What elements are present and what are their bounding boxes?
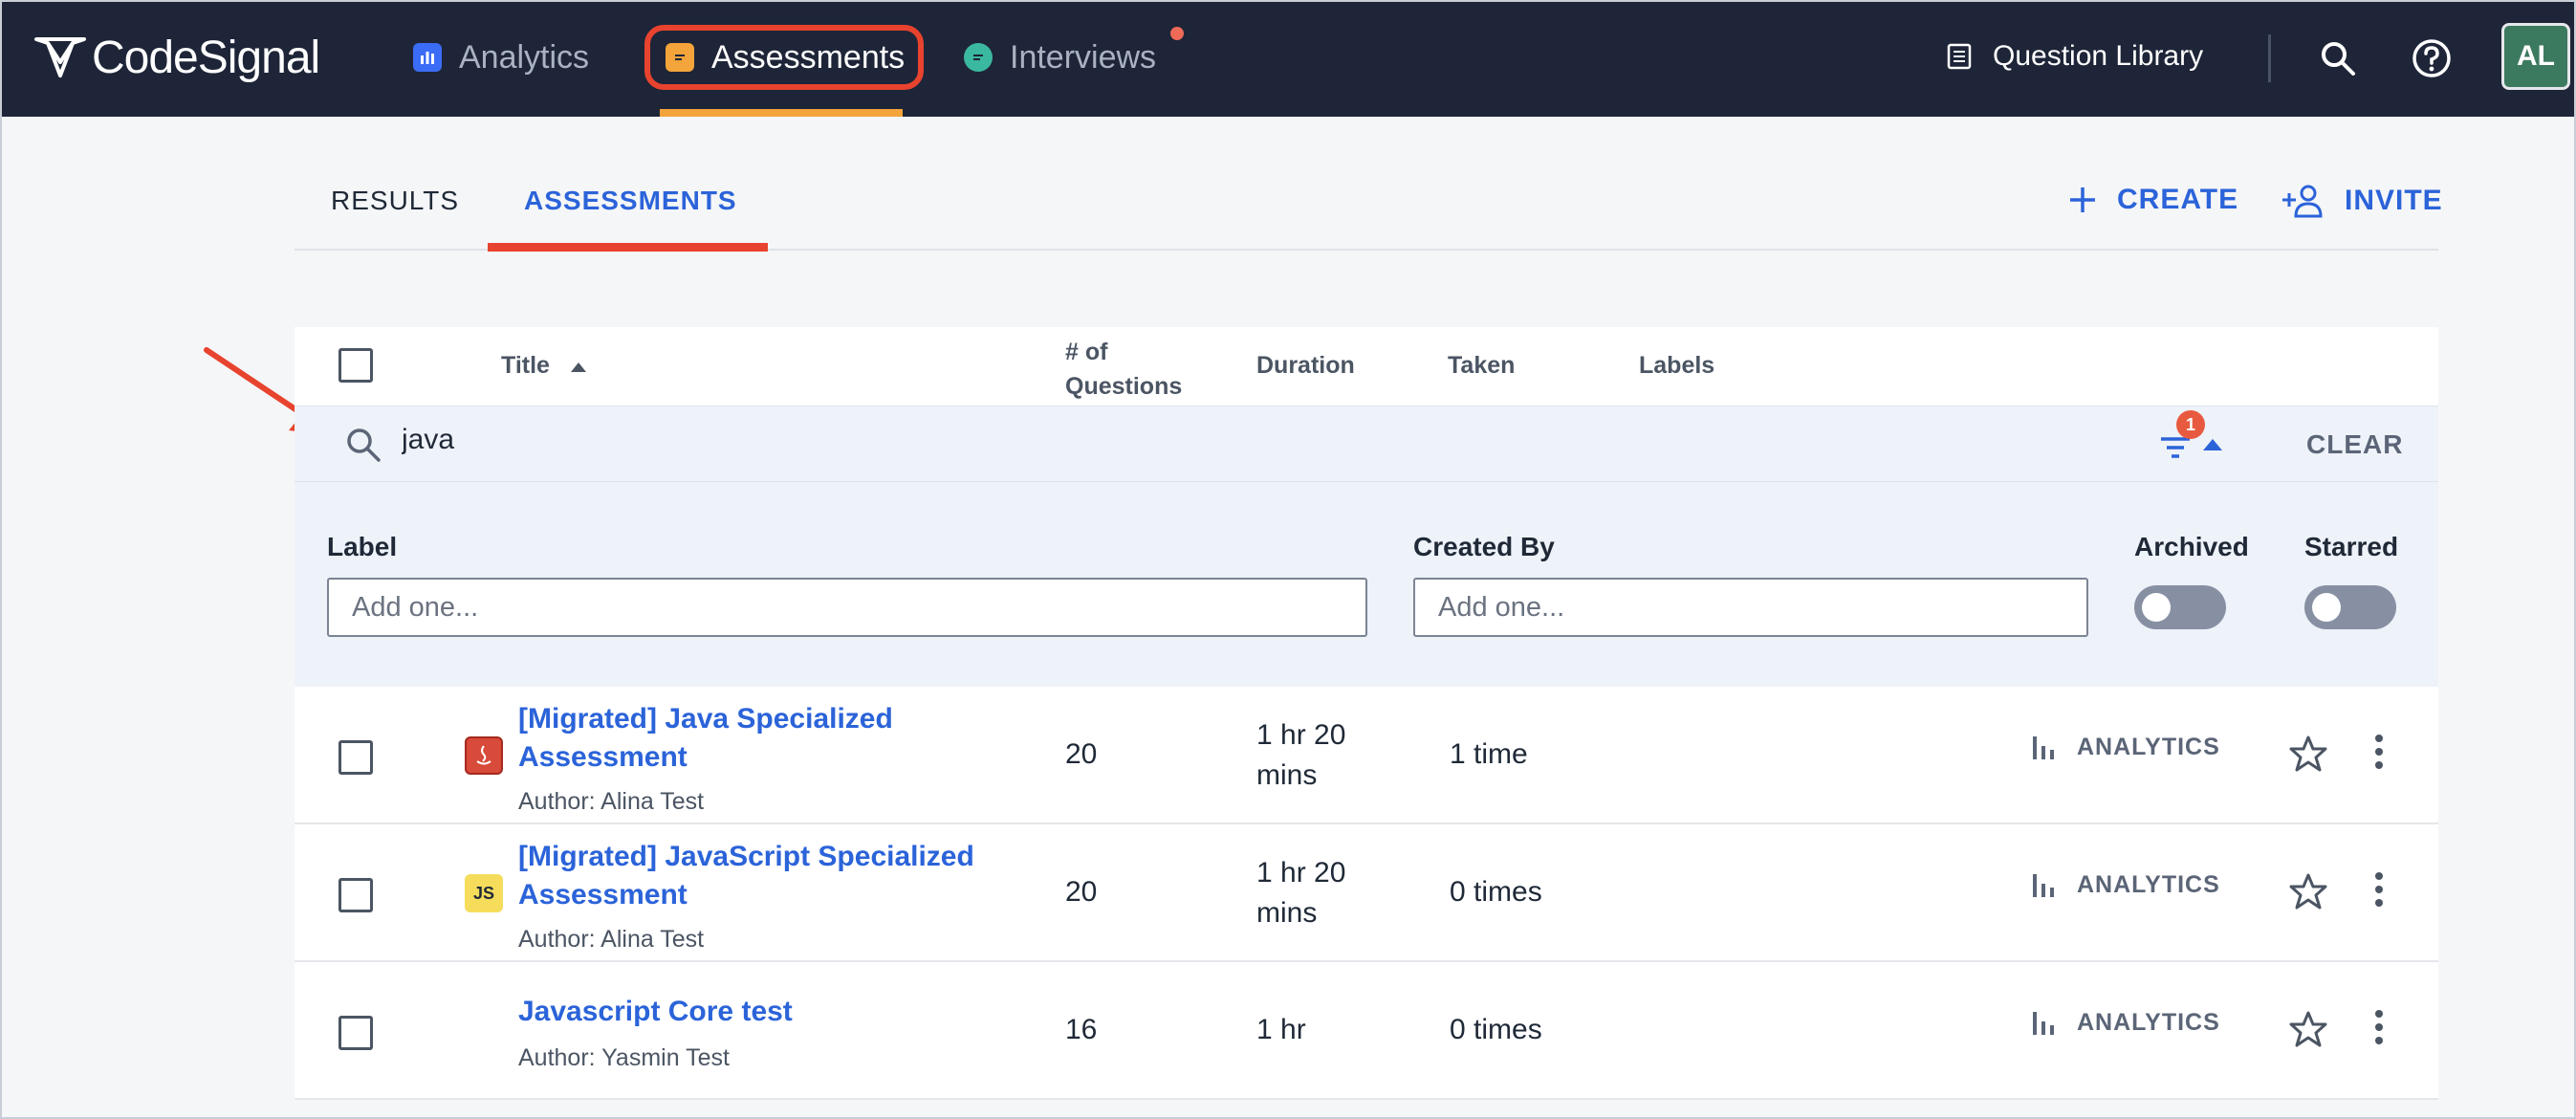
archived-label: Archived [2134, 532, 2249, 561]
logo-text: CodeSignal [92, 32, 320, 83]
duration: 1 hr 20 mins [1256, 857, 1346, 929]
column-duration[interactable]: Duration [1256, 352, 1355, 380]
select-all-checkbox[interactable] [338, 348, 373, 383]
app-window: CodeSignal Analytics Assessments Intervi… [0, 0, 2576, 1119]
user-avatar[interactable]: AL [2501, 23, 2570, 90]
filter-count-badge: 1 [2176, 410, 2205, 439]
tab-active-indicator [488, 243, 768, 252]
question-count: 16 [1065, 1014, 1098, 1045]
search-row: 1 CLEAR [295, 406, 2438, 482]
invite-button[interactable]: INVITE [2281, 184, 2443, 218]
create-button[interactable]: CREATE [2067, 184, 2238, 216]
assessments-icon [666, 43, 694, 72]
more-vertical-icon [2375, 1010, 2383, 1044]
notification-dot [1170, 27, 1184, 40]
tab-assessments[interactable]: ASSESSMENTS [524, 186, 737, 216]
nav-tab-label: Assessments [711, 38, 906, 76]
list-icon [1947, 43, 1972, 70]
add-person-icon [2282, 185, 2323, 218]
nav-tab-label: Interviews [1010, 38, 1157, 76]
starred-label: Starred [2304, 532, 2399, 561]
duration: 1 hr [1256, 1014, 1306, 1045]
top-nav: CodeSignal Analytics Assessments Intervi… [2, 2, 2574, 117]
analytics-link[interactable]: ANALYTICS [2031, 1008, 2220, 1037]
bar-chart-icon [2033, 874, 2054, 897]
row-checkbox[interactable] [338, 878, 373, 912]
analytics-link[interactable]: ANALYTICS [2031, 870, 2220, 899]
taken-count: 1 time [1450, 738, 1528, 770]
assessments-table: Title # of Questions Duration Taken Labe… [295, 327, 2438, 1100]
assessment-author: Author: Alina Test [518, 926, 705, 953]
invite-label: INVITE [2345, 185, 2443, 216]
star-icon [2289, 735, 2327, 772]
analytics-icon [413, 43, 442, 72]
star-icon [2289, 873, 2327, 910]
nav-divider [2268, 34, 2271, 82]
more-vertical-icon [2375, 872, 2383, 907]
question-count: 20 [1065, 738, 1098, 770]
interviews-icon [964, 43, 993, 72]
row-checkbox[interactable] [338, 740, 373, 775]
assessment-author: Author: Alina Test [518, 788, 705, 815]
assessment-title-link[interactable]: Javascript Core test [518, 993, 1015, 1031]
more-options-button[interactable] [2360, 870, 2398, 913]
question-count: 20 [1065, 876, 1098, 908]
table-row[interactable]: Javascript Core test Author: Yasmin Test… [295, 962, 2438, 1100]
more-vertical-icon [2375, 735, 2383, 769]
assessment-author: Author: Yasmin Test [518, 1044, 730, 1071]
taken-count: 0 times [1450, 876, 1542, 908]
duration: 1 hr 20 mins [1256, 719, 1346, 791]
question-library-label: Question Library [1993, 40, 2204, 72]
search-icon [2322, 42, 2355, 76]
clear-button[interactable]: CLEAR [2306, 429, 2403, 460]
starred-toggle[interactable] [2304, 585, 2396, 629]
assessment-title-link[interactable]: [Migrated] Java Specialized Assessment [518, 700, 1015, 777]
table-row[interactable]: [Migrated] Java Specialized Assessment A… [295, 687, 2438, 824]
star-icon [2289, 1011, 2327, 1047]
codesignal-logo[interactable]: CodeSignal [34, 27, 320, 88]
star-button[interactable] [2289, 735, 2327, 778]
search-input[interactable] [402, 424, 880, 456]
bar-chart-icon [2033, 736, 2054, 759]
search-icon [347, 428, 381, 462]
taken-count: 0 times [1450, 1014, 1542, 1045]
created-by-filter-label: Created By [1413, 532, 1555, 561]
table-row[interactable]: JS [Migrated] JavaScript Specialized Ass… [295, 824, 2438, 962]
label-filter-input[interactable] [327, 578, 1367, 637]
create-label: CREATE [2117, 184, 2239, 215]
star-button[interactable] [2289, 872, 2327, 915]
column-questions[interactable]: # of Questions [1065, 335, 1182, 404]
more-options-button[interactable] [2360, 733, 2398, 776]
search-button[interactable] [2314, 34, 2362, 82]
analytics-link[interactable]: ANALYTICS [2031, 733, 2220, 761]
question-library-link[interactable]: Question Library [1947, 34, 2203, 78]
star-button[interactable] [2289, 1010, 2327, 1053]
nav-active-indicator [660, 109, 903, 117]
nav-tab-assessments[interactable]: Assessments [644, 25, 924, 90]
created-by-filter-input[interactable] [1413, 578, 2088, 637]
tab-results[interactable]: RESULTS [331, 186, 459, 216]
column-title[interactable]: Title [501, 352, 587, 380]
nav-tab-interviews[interactable]: Interviews [964, 25, 1156, 90]
row-checkbox[interactable] [338, 1016, 373, 1050]
table-header: Title # of Questions Duration Taken Labe… [295, 327, 2438, 406]
nav-tab-label: Analytics [459, 38, 590, 76]
column-labels: Labels [1639, 352, 1715, 379]
java-icon [465, 736, 503, 775]
plus-icon [2070, 187, 2095, 212]
assessment-title-link[interactable]: [Migrated] JavaScript Specialized Assess… [518, 838, 1015, 914]
help-button[interactable] [2408, 34, 2456, 82]
nav-tab-analytics[interactable]: Analytics [413, 25, 589, 90]
filter-panel: Label Created By Archived Starred [295, 482, 2438, 687]
bar-chart-icon [2033, 1012, 2054, 1035]
column-taken[interactable]: Taken [1448, 352, 1515, 380]
codesignal-logo-icon [34, 37, 86, 77]
archived-toggle[interactable] [2134, 585, 2226, 629]
label-filter-label: Label [327, 532, 398, 561]
more-options-button[interactable] [2360, 1008, 2398, 1051]
help-icon [2412, 39, 2451, 77]
sort-ascending-icon [570, 362, 586, 372]
js-icon: JS [465, 874, 503, 912]
